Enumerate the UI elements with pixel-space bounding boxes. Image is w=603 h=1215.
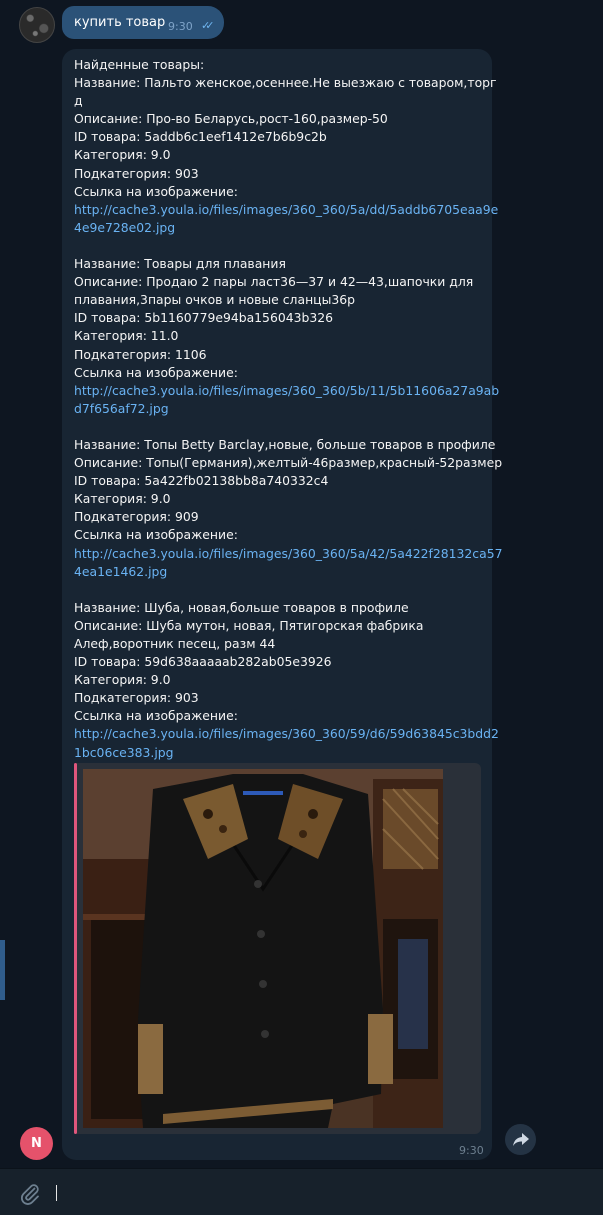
bot-avatar-letter: N (31, 1136, 42, 1151)
message-line: Описание: Шуба мутон, новая, Пятигорская… (74, 617, 424, 633)
message-line: Ссылка на изображение: (74, 527, 238, 543)
message-line: Подкатегория: 903 (74, 165, 199, 181)
outgoing-message-text: купить товар (74, 15, 166, 30)
message-line: Название: Пальто женское,осеннее.Не выез… (74, 75, 497, 91)
message-line: Категория: 9.0 (74, 672, 171, 688)
message-line: Категория: 11.0 (74, 328, 179, 344)
incoming-message-text: Найденные товары: Название: Пальто женско… (74, 56, 503, 762)
message-line: Ссылка на изображение: (74, 708, 238, 724)
share-button[interactable] (505, 1124, 536, 1155)
message-line: Описание: Продаю 2 пары ласт36—37 и 42—4… (74, 274, 474, 290)
message-line: Категория: 9.0 (74, 491, 171, 507)
message-line: Подкатегория: 909 (74, 509, 199, 525)
incoming-message-time: 9:30 (459, 1144, 484, 1157)
message-composer (0, 1168, 603, 1215)
image-link[interactable]: 1bc06ce383.jpg (74, 744, 486, 762)
message-line: Описание: Топы(Германия),желтый-46размер… (74, 455, 503, 471)
message-line: д (74, 93, 83, 109)
image-link[interactable]: 4e9e728e02.jpg (74, 219, 486, 237)
message-line: Описание: Про-во Беларусь,рост-160,разме… (74, 111, 388, 127)
image-link[interactable]: http://cache3.youla.io/files/images/360_… (74, 545, 502, 563)
message-line: Название: Товары для плавания (74, 256, 286, 272)
outgoing-message-time: 9:30 (168, 20, 193, 33)
user-avatar[interactable] (19, 7, 55, 43)
share-arrow-icon (512, 1132, 529, 1146)
image-link[interactable]: http://cache3.youla.io/files/images/360_… (74, 382, 499, 400)
message-line: Алеф,воротник песец, разм 44 (74, 636, 276, 651)
image-link[interactable]: http://cache3.youla.io/files/images/360_… (74, 725, 499, 743)
fur-coat-photo (83, 769, 443, 1128)
image-link[interactable]: d7f656af72.jpg (74, 400, 486, 418)
message-gap (74, 581, 486, 599)
message-line: ID товара: 59d638aaaaab282ab05e3926 (74, 654, 332, 670)
message-line: Категория: 9.0 (74, 147, 171, 163)
message-line: Название: Шуба, новая,больше товаров в п… (74, 599, 409, 615)
image-link[interactable]: http://cache3.youla.io/files/images/360_… (74, 201, 498, 219)
message-input[interactable] (60, 1179, 584, 1207)
message-gap (74, 237, 486, 255)
message-line: Подкатегория: 903 (74, 690, 199, 706)
message-gap (74, 418, 486, 436)
message-line: ID товара: 5a422fb02138bb8a740332c4 (74, 473, 329, 489)
message-line: Подкатегория: 1106 (74, 346, 207, 362)
paperclip-icon[interactable] (18, 1182, 42, 1206)
double-check-icon: ✓✓ (201, 19, 215, 32)
message-line: ID товара: 5addb6c1eef1412e7b6b9c2b (74, 129, 327, 145)
message-line: Ссылка на изображение: (74, 183, 238, 199)
message-line: ID товара: 5b1160779e94ba156043b326 (74, 310, 333, 326)
chat-history[interactable]: купить товар 9:30 ✓✓ Найденные товары: На… (0, 0, 603, 1168)
preview-image[interactable] (83, 769, 443, 1128)
image-link[interactable]: 4ea1e1462.jpg (74, 563, 486, 581)
message-line: Найденные товары: (74, 57, 205, 72)
message-line: Ссылка на изображение: (74, 364, 238, 380)
text-caret (56, 1185, 57, 1201)
bot-avatar[interactable]: N (20, 1127, 53, 1160)
outgoing-message[interactable]: купить товар 9:30 ✓✓ (62, 6, 224, 39)
scrollbar[interactable] (0, 940, 5, 1000)
message-line: Название: Топы Betty Barclay,новые, боль… (74, 436, 496, 452)
message-line: плавания,3пары очков и новые сланцы36р (74, 292, 356, 308)
